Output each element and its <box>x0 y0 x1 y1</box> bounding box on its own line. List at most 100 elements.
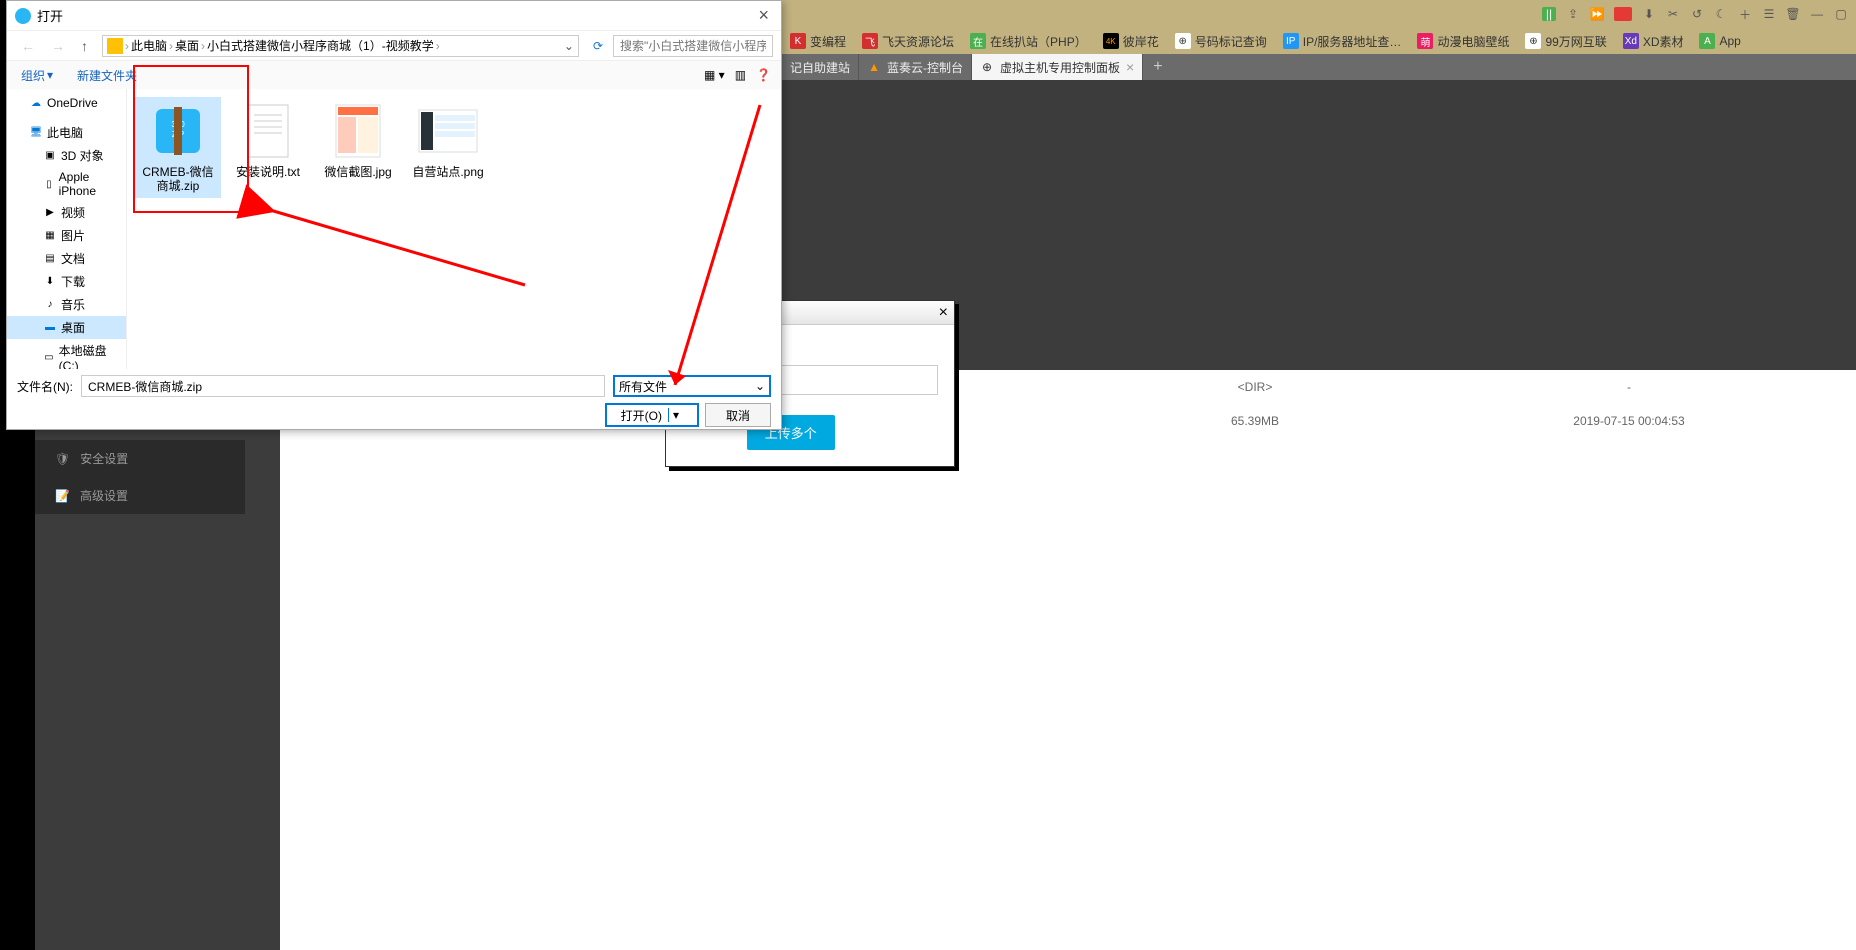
bookmark-item[interactable]: 飞飞天资源论坛 <box>862 33 954 50</box>
file-item-png[interactable]: 自营站点.png <box>405 97 491 198</box>
bookmark-label: 号码标记查询 <box>1195 33 1267 50</box>
bookmark-label: 变编程 <box>810 33 846 50</box>
maximize-icon[interactable]: ▢ <box>1834 7 1848 21</box>
chevron-down-icon[interactable]: ▾ <box>668 408 683 422</box>
tree-item-onedrive[interactable]: ☁OneDrive <box>7 93 126 113</box>
image-icon: ▦ <box>43 229 57 243</box>
breadcrumb-part[interactable]: 此电脑 <box>131 37 167 54</box>
minimize-icon[interactable]: — <box>1810 7 1824 21</box>
tree-item-pc[interactable]: 🖥此电脑 <box>7 121 126 144</box>
close-icon[interactable]: × <box>939 304 948 322</box>
file-item-zip[interactable]: 360ZIP CRMEB-微信商城.zip <box>135 97 221 198</box>
bookmark-label: 动漫电脑壁纸 <box>1437 33 1509 50</box>
download-icon[interactable]: ⬇ <box>1642 7 1656 21</box>
phone-icon: ▯ <box>43 177 55 191</box>
view-icon[interactable]: ▦ ▾ <box>704 68 725 82</box>
file-type-filter[interactable]: 所有文件⌄ <box>613 375 771 397</box>
preview-icon[interactable]: ▥ <box>735 68 746 82</box>
tree-label: 3D 对象 <box>61 147 104 164</box>
tree-item-3d[interactable]: ▣3D 对象 <box>7 144 126 167</box>
bookmark-item[interactable]: K变编程 <box>790 33 846 50</box>
forward-icon[interactable]: → <box>45 38 71 54</box>
bookmark-item[interactable]: 萌动漫电脑壁纸 <box>1417 33 1509 50</box>
filename-input[interactable] <box>81 375 605 397</box>
help-icon[interactable]: ❓ <box>756 68 771 82</box>
bookmark-item[interactable]: ⊕99万网互联 <box>1525 33 1606 50</box>
up-icon[interactable]: ↑ <box>75 38 94 54</box>
tree-item-music[interactable]: ♪音乐 <box>7 293 126 316</box>
tree-item-desktop[interactable]: ▬桌面 <box>7 316 126 339</box>
file-grid: 360ZIP CRMEB-微信商城.zip 安装说明.txt 微信截图.jpg … <box>127 89 781 369</box>
browser-system-bar: || ⇪ ⏩ ⬇ ✂ ↺ ☾ ＋ ☰ 🗑 — ▢ <box>782 0 1856 28</box>
bookmark-item[interactable]: 在在线扒站（PHP） <box>970 33 1087 50</box>
bookmark-item[interactable]: AApp <box>1699 33 1740 49</box>
bookmark-item[interactable]: 4K彼岸花 <box>1103 33 1159 50</box>
bookmark-item[interactable]: IPIP/服务器地址查… <box>1283 33 1402 50</box>
sidebar-label: 高级设置 <box>80 487 128 504</box>
tree-item-docs[interactable]: ▤文档 <box>7 247 126 270</box>
file-item-jpg[interactable]: 微信截图.jpg <box>315 97 401 198</box>
chevron-down-icon: ⌄ <box>755 379 765 393</box>
dialog-toolbar: 组织 ▾ 新建文件夹 ▦ ▾ ▥ ❓ <box>7 61 781 89</box>
sidebar-item-advanced[interactable]: 📝高级设置 <box>35 477 245 514</box>
bookmark-label: 彼岸花 <box>1123 33 1159 50</box>
png-thumb <box>418 101 478 161</box>
doc-icon: ▤ <box>43 252 57 266</box>
refresh-icon[interactable]: ⟳ <box>587 39 609 53</box>
open-button[interactable]: 打开(O)▾ <box>605 403 699 427</box>
forward-icon[interactable]: ⏩ <box>1590 7 1604 21</box>
tree-label: 视频 <box>61 204 85 221</box>
left-sidebar: 🛡安全设置 📝高级设置 <box>35 440 245 514</box>
breadcrumb-part[interactable]: 桌面 <box>175 37 199 54</box>
bookmark-label: IP/服务器地址查… <box>1303 33 1402 50</box>
new-folder-button[interactable]: 新建文件夹 <box>73 67 141 84</box>
tree-label: 音乐 <box>61 296 85 313</box>
cut-icon[interactable]: ✂ <box>1666 7 1680 21</box>
trash-icon[interactable]: 🗑 <box>1786 7 1800 21</box>
file-item-txt[interactable]: 安装说明.txt <box>225 97 311 198</box>
moon-icon[interactable]: ☾ <box>1714 7 1728 21</box>
chevron-down-icon[interactable]: ⌄ <box>564 39 574 53</box>
tree-item-downloads[interactable]: ⬇下载 <box>7 270 126 293</box>
organize-button[interactable]: 组织 ▾ <box>17 67 57 84</box>
tree-item-pictures[interactable]: ▦图片 <box>7 224 126 247</box>
txt-icon <box>238 101 298 161</box>
browser-tab[interactable]: 记自助建站 <box>782 54 859 80</box>
file-label: 自营站点.png <box>412 165 483 179</box>
tree-item-iphone[interactable]: ▯Apple iPhone <box>7 167 126 201</box>
disk-icon: ▭ <box>43 351 55 365</box>
menu-icon[interactable]: ☰ <box>1762 7 1776 21</box>
share-icon[interactable]: ⇪ <box>1566 7 1580 21</box>
tree-item-disk-c[interactable]: ▭ 本地磁盘 (C:) <box>7 339 126 369</box>
bookmark-item[interactable]: ⊕号码标记查询 <box>1175 33 1267 50</box>
jpg-thumb <box>328 101 388 161</box>
sidebar-item-security[interactable]: 🛡安全设置 <box>35 440 245 477</box>
folder-icon <box>107 38 123 54</box>
file-label: 安装说明.txt <box>236 165 300 179</box>
back-icon[interactable]: ← <box>15 38 41 54</box>
search-input[interactable] <box>613 35 773 57</box>
undo-icon[interactable]: ↺ <box>1690 7 1704 21</box>
record-icon[interactable] <box>1614 7 1632 21</box>
bookmark-item[interactable]: XdXD素材 <box>1623 33 1684 50</box>
close-icon[interactable]: × <box>1126 59 1134 75</box>
new-tab-button[interactable]: + <box>1143 58 1172 76</box>
folder-tree: ☁OneDrive 🖥此电脑 ▣3D 对象 ▯Apple iPhone ▶视频 … <box>7 89 127 369</box>
breadcrumb[interactable]: › 此电脑 › 桌面 › 小白式搭建微信小程序商城（1）-视频教学 › ⌄ <box>102 35 579 57</box>
pause-icon[interactable]: || <box>1542 7 1556 21</box>
browser-tab[interactable]: ▲蓝奏云-控制台 <box>859 54 972 80</box>
close-icon[interactable]: × <box>754 5 773 26</box>
browser-tab[interactable]: ⊕虚拟主机专用控制面板× <box>972 54 1143 80</box>
breadcrumb-part[interactable]: 小白式搭建微信小程序商城（1）-视频教学 <box>207 37 434 54</box>
tree-item-video[interactable]: ▶ 视频 <box>7 201 126 224</box>
dialog-bottom: 文件名(N): 所有文件⌄ 打开(O)▾ 取消 <box>7 369 781 433</box>
video-icon: ▶ <box>43 206 57 220</box>
desktop-icon: ▬ <box>43 321 57 335</box>
tab-label: 虚拟主机专用控制面板 <box>1000 59 1120 76</box>
filename-label: 文件名(N): <box>17 378 73 395</box>
tree-label: 本地磁盘 (C:) <box>59 342 118 369</box>
cancel-button[interactable]: 取消 <box>705 403 771 427</box>
plus-icon[interactable]: ＋ <box>1738 7 1752 21</box>
dialog-title: 打开 <box>37 6 63 25</box>
download-icon: ⬇ <box>43 275 57 289</box>
